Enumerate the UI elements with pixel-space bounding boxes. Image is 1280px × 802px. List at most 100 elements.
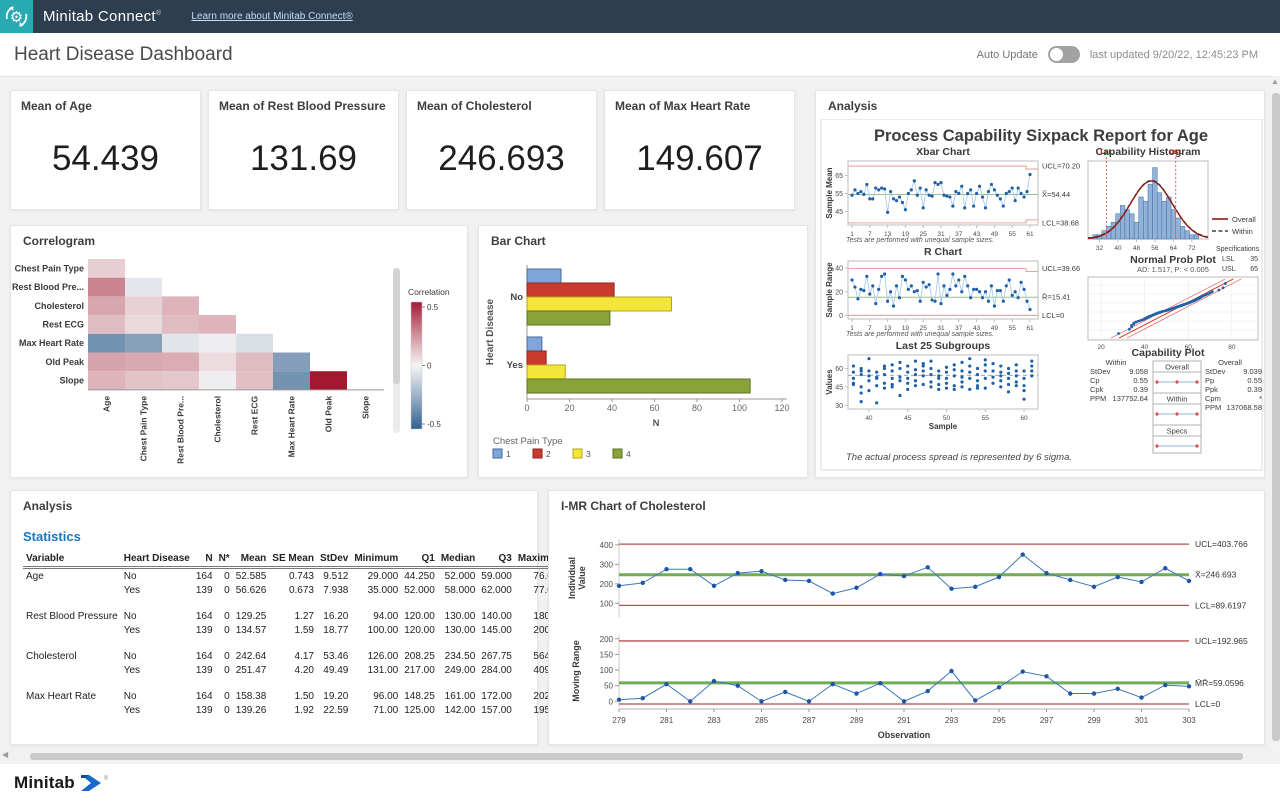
svg-text:150: 150 xyxy=(600,650,614,659)
minitab-footer-logo[interactable]: Minitab xyxy=(14,773,75,793)
svg-text:80: 80 xyxy=(1228,344,1236,351)
svg-text:UCL=192.965: UCL=192.965 xyxy=(1195,636,1248,646)
svg-text:64: 64 xyxy=(1170,245,1178,252)
svg-text:301: 301 xyxy=(1135,716,1149,725)
svg-text:AD: 1.517, P: < 0.005: AD: 1.517, P: < 0.005 xyxy=(1137,265,1209,274)
svg-text:Overall: Overall xyxy=(1232,215,1256,224)
svg-text:283: 283 xyxy=(707,716,721,725)
svg-text:Cpm: Cpm xyxy=(1205,394,1221,403)
svg-text:40: 40 xyxy=(835,266,843,273)
vscroll-up-arrow[interactable]: ▲ xyxy=(1271,77,1279,86)
sync-gear-icon: ⚙ xyxy=(3,3,30,30)
brand-name: Minitab Connect® xyxy=(43,8,161,25)
svg-text:297: 297 xyxy=(1040,716,1054,725)
svg-text:Last 25 Subgroups: Last 25 Subgroups xyxy=(896,340,991,352)
imr-chart: 100200300400UCL=403.766X̄=246.693LCL=89.… xyxy=(549,515,1264,750)
statistics-heading[interactable]: Statistics xyxy=(23,529,81,544)
kpi-card-mean-max-hr: Mean of Max Heart Rate 149.607 xyxy=(604,90,795,210)
sixpack-chart: Process Capability Sixpack Report for Ag… xyxy=(816,119,1266,482)
svg-text:Pp: Pp xyxy=(1205,376,1214,385)
svg-text:Chest Pain Type: Chest Pain Type xyxy=(493,436,563,447)
svg-text:303: 303 xyxy=(1182,716,1196,725)
svg-text:Sample Mean: Sample Mean xyxy=(825,167,834,218)
column-header: Q1 xyxy=(401,551,438,568)
svg-text:48: 48 xyxy=(1133,245,1141,252)
svg-text:StDev: StDev xyxy=(1090,367,1111,376)
svg-text:Max Heart Rate: Max Heart Rate xyxy=(287,396,297,458)
bar-chart-panel: Bar Chart 020406080100120NoYesNHeart Dis… xyxy=(478,225,808,478)
svg-text:120: 120 xyxy=(774,403,789,413)
svg-text:USL: USL xyxy=(1222,266,1236,273)
svg-text:Ppk: Ppk xyxy=(1205,385,1218,394)
svg-text:291: 291 xyxy=(897,716,911,725)
svg-text:55: 55 xyxy=(1009,231,1017,238)
table-row: Rest Blood PressureNo1640129.251.2716.20… xyxy=(23,609,567,623)
svg-text:LSL: LSL xyxy=(1222,256,1235,263)
svg-text:Within: Within xyxy=(1167,395,1188,404)
svg-text:30: 30 xyxy=(835,403,843,410)
minitab-chevron-icon xyxy=(80,774,104,792)
svg-text:0.5: 0.5 xyxy=(427,303,439,312)
minitab-connect-logo[interactable]: ⚙ xyxy=(0,0,33,33)
table-row: Max Heart RateNo1640158.381.5019.2096.00… xyxy=(23,689,567,703)
table-row: Yes1390139.261.9222.5971.00125.00142.001… xyxy=(23,703,567,717)
toggle-knob xyxy=(1050,48,1063,61)
dashboard-header: Heart Disease Dashboard Auto Update last… xyxy=(0,33,1280,77)
kpi-value: 149.607 xyxy=(605,139,794,179)
svg-text:61: 61 xyxy=(1026,231,1034,238)
horizontal-scrollbar[interactable] xyxy=(30,753,1243,760)
panel-title: Analysis xyxy=(828,99,877,113)
svg-text:20: 20 xyxy=(1097,344,1105,351)
page-footer: Minitab ® xyxy=(0,764,1280,802)
column-header: N xyxy=(193,551,216,568)
auto-update-toggle[interactable] xyxy=(1048,46,1080,63)
svg-text:Sample Range: Sample Range xyxy=(825,262,834,318)
kpi-label: Mean of Cholesterol xyxy=(417,99,532,113)
svg-text:3: 3 xyxy=(586,449,591,459)
analysis-stats-panel: Analysis Statistics VariableHeart Diseas… xyxy=(10,490,538,745)
svg-text:60: 60 xyxy=(649,403,659,413)
panel-title: I-MR Chart of Cholesterol xyxy=(561,499,706,513)
svg-text:Overall: Overall xyxy=(1218,358,1242,367)
svg-text:Cp: Cp xyxy=(1090,376,1100,385)
column-header: N* xyxy=(216,551,233,568)
registered-mark: ® xyxy=(156,10,161,17)
table-header-row: VariableHeart DiseaseNN*MeanSE MeanStDev… xyxy=(23,551,567,568)
panel-title: Correlogram xyxy=(23,234,95,248)
table-row: Yes1390251.474.2049.49131.00217.00249.00… xyxy=(23,663,567,677)
svg-text:StDev: StDev xyxy=(1205,367,1226,376)
svg-text:Slope: Slope xyxy=(59,376,84,386)
vertical-scrollbar[interactable] xyxy=(1272,93,1280,741)
column-header: Heart Disease xyxy=(121,551,193,568)
table-row: Yes139056.6260.6737.93835.00052.00058.00… xyxy=(23,583,567,597)
registered-mark: ® xyxy=(104,776,108,782)
svg-text:UCL=70.20: UCL=70.20 xyxy=(1042,162,1080,171)
svg-text:Old Peak: Old Peak xyxy=(324,396,334,433)
svg-text:293: 293 xyxy=(945,716,959,725)
svg-text:Specs: Specs xyxy=(1167,427,1188,436)
svg-text:R Chart: R Chart xyxy=(924,246,962,258)
auto-update-label: Auto Update xyxy=(977,49,1038,61)
svg-text:100: 100 xyxy=(732,403,747,413)
svg-text:0.39: 0.39 xyxy=(1247,385,1262,394)
correlogram-heatmap: Chest Pain TypeRest Blood Pre...Choleste… xyxy=(11,250,467,484)
svg-text:Rest ECG: Rest ECG xyxy=(250,396,260,436)
svg-text:Observation: Observation xyxy=(878,730,931,740)
svg-text:Specifications: Specifications xyxy=(1216,246,1260,253)
svg-text:Correlation: Correlation xyxy=(408,287,450,297)
svg-text:Moving Range: Moving Range xyxy=(571,640,581,702)
svg-text:Values: Values xyxy=(825,369,834,395)
svg-text:80: 80 xyxy=(692,403,702,413)
panel-title: Bar Chart xyxy=(491,234,546,248)
hscroll-left-arrow[interactable]: ◀ xyxy=(2,750,8,759)
svg-text:Within: Within xyxy=(1106,358,1127,367)
svg-text:137752.64: 137752.64 xyxy=(1113,394,1148,403)
imr-chart-panel: I-MR Chart of Cholesterol 100200300400UC… xyxy=(548,490,1265,745)
svg-text:400: 400 xyxy=(600,541,614,550)
learn-more-link[interactable]: Learn more about Minitab Connect® xyxy=(191,11,352,22)
svg-text:X̄=246.693: X̄=246.693 xyxy=(1195,570,1237,580)
svg-text:65: 65 xyxy=(1250,266,1258,273)
table-row: CholesterolNo1640242.644.1753.46126.0020… xyxy=(23,649,567,663)
svg-text:1: 1 xyxy=(506,449,511,459)
svg-text:No: No xyxy=(510,292,523,303)
